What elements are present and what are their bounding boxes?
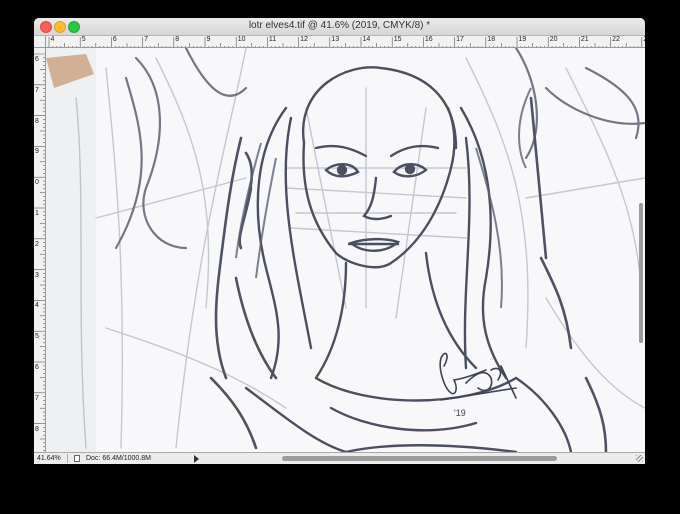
ruler-label: 2	[35, 240, 39, 248]
ruler-label: 12	[300, 36, 308, 43]
ruler-label: 7	[35, 86, 39, 94]
status-menu-arrow-icon[interactable]	[194, 455, 199, 463]
vertical-ruler[interactable]: 678901234567890	[34, 48, 46, 452]
ruler-origin[interactable]	[34, 36, 46, 48]
ruler-label: 23	[643, 36, 645, 43]
title-bar[interactable]: lotr elves4.tif @ 41.6% (2019, CMYK/8) *	[34, 18, 645, 36]
ruler-label: 4	[50, 36, 55, 43]
ruler-label: 5	[81, 36, 86, 43]
ruler-label: 0	[35, 179, 39, 187]
resize-grip-icon[interactable]	[636, 455, 643, 462]
document-size-info[interactable]: Doc: 66.4M/1000.8M	[86, 454, 151, 463]
ruler-label: 14	[362, 36, 371, 43]
ruler-label: 6	[35, 56, 39, 63]
vertical-scrollbar-thumb[interactable]	[639, 203, 643, 343]
ruler-label: 7	[144, 36, 148, 43]
ruler-label: 4	[35, 302, 39, 310]
horizontal-ruler[interactable]: 4 5 6 7 8 9 10 11 12 13 14 15 16 17 18 19 20 21 22 23	[46, 36, 645, 48]
status-bar: 41.64% Doc: 66.4M/1000.8M	[34, 452, 645, 464]
ruler-label: 11	[268, 36, 277, 43]
horizontal-scrollbar[interactable]	[204, 455, 639, 462]
ruler-label: 16	[424, 36, 433, 43]
ruler-label: 8	[35, 117, 39, 125]
document-window: lotr elves4.tif @ 41.6% (2019, CMYK/8) *…	[34, 18, 645, 464]
ruler-label: 22	[612, 36, 620, 43]
zoom-level-field[interactable]: 41.64%	[37, 454, 68, 463]
document-icon	[74, 455, 80, 462]
window-title: lotr elves4.tif @ 41.6% (2019, CMYK/8) *	[248, 20, 431, 31]
ruler-label: 7	[35, 394, 39, 402]
ruler-label: 6	[35, 364, 39, 371]
ruler-label: 6	[112, 36, 117, 43]
ruler-label: 8	[175, 36, 180, 43]
signature-year: '19	[454, 408, 466, 418]
ruler-label: 19	[518, 36, 527, 43]
ruler-label: 9	[35, 148, 39, 156]
ruler-label: 5	[35, 333, 39, 341]
ruler-label: 10	[237, 36, 246, 43]
document-canvas[interactable]: '19	[46, 48, 645, 452]
ruler-label: 1	[35, 210, 39, 217]
ruler-label: 3	[35, 271, 39, 279]
ruler-label: 17	[456, 36, 464, 43]
sketch-artwork: '19	[46, 48, 645, 452]
ruler-label: 9	[206, 36, 211, 43]
ruler-label: 8	[35, 425, 39, 433]
ruler-label: 13	[331, 36, 340, 43]
ruler-label: 21	[580, 36, 589, 43]
horizontal-scrollbar-thumb[interactable]	[282, 456, 557, 461]
ruler-label: 20	[549, 36, 558, 43]
ruler-label: 15	[393, 36, 402, 43]
vertical-scrollbar[interactable]	[637, 48, 645, 452]
vertical-ruler-ticks	[34, 53, 45, 451]
ruler-label: 18	[487, 36, 496, 43]
